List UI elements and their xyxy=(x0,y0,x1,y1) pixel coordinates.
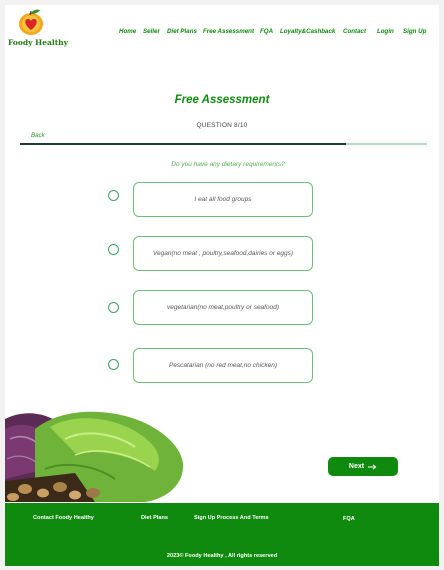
option-radio-all-food-groups[interactable] xyxy=(108,190,119,201)
option-radio-pescatarian[interactable] xyxy=(108,359,119,370)
page-title: Free Assessment xyxy=(174,94,270,106)
footer-link-contact[interactable]: Contact Foody Healthy xyxy=(33,515,94,521)
question-counter: QUESTION 8/10 xyxy=(196,122,248,129)
nav-seller[interactable]: Seller xyxy=(143,28,160,35)
nav-login[interactable]: Login xyxy=(377,28,394,35)
next-button[interactable]: Next xyxy=(328,457,398,476)
nav-diet-plans[interactable]: Diet Plans xyxy=(167,28,197,35)
option-vegan[interactable]: Vegan(no meat , poultry,seafood,dairies … xyxy=(133,236,313,271)
nav-loyalty-cashback[interactable]: Loyalty&Cashback xyxy=(280,28,335,35)
arrow-right-icon xyxy=(368,463,377,470)
copyright-text: 2023© Foody Healthy , All rights reserve… xyxy=(166,553,278,559)
nav-contact[interactable]: Contact xyxy=(343,28,366,35)
nav-home[interactable]: Home xyxy=(119,28,136,35)
option-radio-vegetarian[interactable] xyxy=(108,302,119,313)
next-button-label: Next xyxy=(348,463,365,470)
question-text: Do you have any dietary requirements? xyxy=(171,161,285,168)
nav-fqa[interactable]: FQA xyxy=(260,28,273,35)
salad-image xyxy=(5,409,186,502)
progress-bar xyxy=(20,143,427,145)
option-radio-vegan[interactable] xyxy=(108,244,119,255)
nav-free-assessment[interactable]: Free Assessment xyxy=(203,28,254,35)
footer-link-signup-terms[interactable]: Sign Up Process And Terms xyxy=(194,515,269,521)
option-vegetarian[interactable]: vegetarian(no meat,poultry or seafood) xyxy=(133,290,313,325)
page: Foody Healthy Home Seller Diet Plans Fre… xyxy=(5,5,439,566)
option-pescatarian[interactable]: Pescatarian (no red meat,no chicken) xyxy=(133,348,313,383)
nav-sign-up[interactable]: Sign Up xyxy=(403,28,426,35)
footer: Contact Foody Healthy Diet Plans Sign Up… xyxy=(5,503,439,566)
footer-link-fqa[interactable]: FQA xyxy=(343,516,355,522)
progress-fill xyxy=(20,143,346,145)
back-link[interactable]: Back xyxy=(31,132,45,139)
footer-link-diet-plans[interactable]: Diet Plans xyxy=(141,515,168,521)
main-nav: Home Seller Diet Plans Free Assessment F… xyxy=(5,28,439,40)
option-all-food-groups[interactable]: I eat all food groups xyxy=(133,182,313,217)
